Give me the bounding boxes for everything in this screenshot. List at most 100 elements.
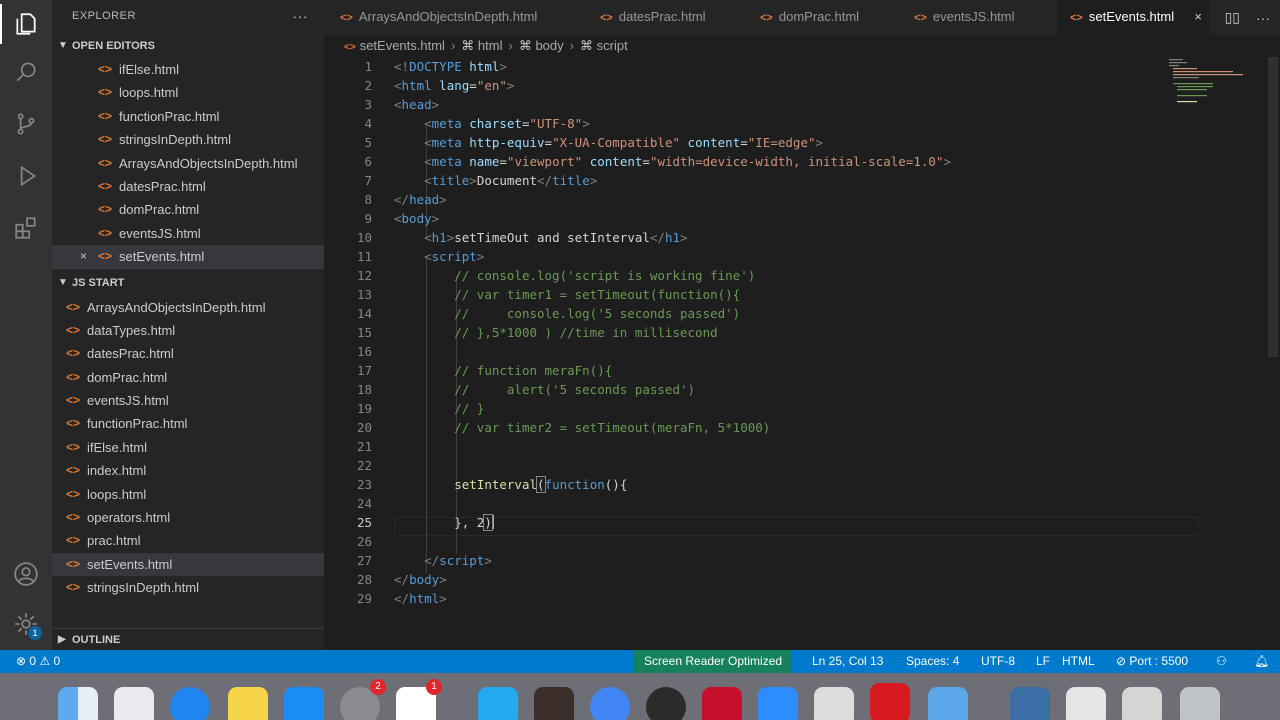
more-actions-icon[interactable]: ··· (293, 0, 309, 32)
project-file-item[interactable]: <> eventsJS.html (52, 389, 324, 412)
window-preview-icon[interactable] (1010, 687, 1050, 720)
line-number: 2 (364, 78, 372, 93)
code-editor[interactable]: 1 <!DOCTYPE html> 2 <html lang="en"> 3 <hea… (324, 57, 1280, 650)
project-folder-header[interactable]: ▼ JS START (52, 272, 324, 294)
close-icon[interactable]: × (80, 245, 87, 268)
text-cursor (491, 515, 494, 529)
run-debug-icon[interactable] (0, 152, 52, 200)
open-editor-item[interactable]: <> ArraysAndObjectsInDepth.html (52, 152, 324, 175)
project-file-item[interactable]: <> prac.html (52, 529, 324, 552)
safari-app-icon[interactable] (170, 687, 210, 720)
search-icon[interactable] (0, 48, 52, 96)
split-editor-icon[interactable]: ▯▯ (1225, 9, 1240, 26)
project-file-item[interactable]: <> setEvents.html (52, 552, 324, 577)
project-file-item[interactable]: <> index.html (52, 459, 324, 482)
no-entry-icon: ⊘ (1116, 654, 1130, 668)
sidebar-title: EXPLORER ··· (52, 0, 324, 32)
breadcrumb-body[interactable]: body (535, 38, 563, 53)
project-file-item[interactable]: <> domPrac.html (52, 366, 324, 389)
mail-app-icon[interactable] (928, 687, 968, 720)
adblock-app-icon[interactable] (870, 683, 910, 720)
notes-app-icon[interactable] (228, 687, 268, 720)
file-name: index.html (87, 463, 147, 479)
project-file-item[interactable]: <> loops.html (52, 483, 324, 506)
html-file-icon: <> (66, 299, 81, 314)
html-file-icon: <> (66, 486, 81, 501)
open-editor-item[interactable]: <> functionPrac.html (52, 105, 324, 128)
document-preview-icon[interactable] (1066, 687, 1106, 720)
powerpoint-app-icon[interactable] (702, 687, 742, 720)
feedback-icon[interactable]: ⚇ (1216, 650, 1227, 673)
accounts-icon[interactable] (0, 550, 52, 598)
vertical-scrollbar[interactable] (1266, 57, 1280, 650)
launchpad-app-icon[interactable] (114, 687, 154, 720)
open-editor-item[interactable]: <> eventsJS.html (52, 222, 324, 245)
system-preferences-icon[interactable]: 2 (340, 679, 386, 720)
slack-app-icon[interactable]: 1 (396, 679, 442, 720)
html-element-icon: ⌘ (580, 38, 597, 53)
scrollbar-thumb[interactable] (1268, 57, 1278, 357)
photo-booth-app-icon[interactable] (814, 687, 854, 720)
gimp-app-icon[interactable] (534, 687, 574, 720)
project-file-item[interactable]: <> datesPrac.html (52, 342, 324, 365)
more-actions-icon[interactable]: ··· (1256, 10, 1270, 26)
finder-app-icon[interactable] (58, 687, 98, 720)
tab-events[interactable]: <> eventsJS.html (896, 0, 1058, 35)
tab-setevents[interactable]: <> setEvents.html × (1058, 0, 1210, 35)
tab-dates[interactable]: <> datesPrac.html (582, 0, 744, 35)
chrome-app-icon[interactable] (590, 687, 630, 720)
tab-dom[interactable]: <> domPrac.html (744, 0, 896, 35)
html-file-icon: <> (98, 132, 113, 147)
tab-arrays[interactable]: <> ArraysAndObjectsInDepth.html (324, 0, 582, 35)
screen-reader-mode[interactable]: Screen Reader Optimized (634, 650, 793, 673)
indentation[interactable]: Spaces: 4 (906, 650, 959, 673)
breadcrumb-file[interactable]: setEvents.html (360, 38, 445, 53)
extensions-icon[interactable] (0, 204, 52, 252)
app-store-icon[interactable] (284, 687, 324, 720)
vpn-app-icon[interactable] (646, 687, 686, 720)
project-file-item[interactable]: <> operators.html (52, 506, 324, 529)
source-control-icon[interactable] (0, 100, 52, 148)
project-file-item[interactable]: <> dataTypes.html (52, 319, 324, 342)
file-name: setEvents.html (87, 556, 173, 572)
project-file-item[interactable]: <> ifElse.html (52, 436, 324, 459)
code-line: </head> (394, 192, 447, 207)
cursor-position[interactable]: Ln 25, Col 13 (812, 650, 883, 673)
open-editor-item[interactable]: <> loops.html (52, 81, 324, 104)
file-name: ifElse.html (119, 62, 179, 77)
trash-icon[interactable] (1180, 687, 1220, 720)
open-editors-header[interactable]: ▼ OPEN EDITORS (52, 35, 324, 57)
open-editors-title: OPEN EDITORS (72, 40, 155, 52)
open-editor-item[interactable]: × <> setEvents.html (52, 245, 324, 269)
problems-indicator[interactable]: ⊗ 0 ⚠ 0 (16, 650, 60, 673)
close-icon[interactable]: × (1194, 0, 1202, 33)
minimap[interactable] (1169, 57, 1265, 107)
manage-badge: 1 (28, 626, 42, 640)
encoding[interactable]: UTF-8 (981, 650, 1015, 673)
outline-section[interactable]: ▶ OUTLINE (52, 628, 324, 650)
breadcrumb-script[interactable]: script (597, 38, 628, 53)
project-file-item[interactable]: <> stringsInDepth.html (52, 576, 324, 599)
breadcrumb-html[interactable]: html (478, 38, 503, 53)
html-file-icon: <> (98, 225, 113, 240)
open-editor-item[interactable]: <> domPrac.html (52, 198, 324, 221)
vscode-app-icon[interactable] (478, 687, 518, 720)
explorer-icon[interactable] (0, 0, 52, 48)
outline-header[interactable]: ▶ OUTLINE (52, 629, 324, 651)
open-editor-item[interactable]: <> stringsInDepth.html (52, 128, 324, 151)
warning-icon: ⚠ (39, 654, 54, 668)
language-mode[interactable]: HTML (1062, 650, 1095, 673)
project-file-item[interactable]: <> ArraysAndObjectsInDepth.html (52, 296, 324, 319)
open-editor-item[interactable]: <> datesPrac.html (52, 175, 324, 198)
live-server-port[interactable]: ⊘ Port : 5500 (1116, 650, 1188, 673)
end-of-line[interactable]: LF (1036, 650, 1050, 673)
folder-preview-icon[interactable] (1122, 687, 1162, 720)
zoom-app-icon[interactable] (758, 687, 798, 720)
line-number: 26 (356, 534, 372, 549)
manage-gear-icon[interactable]: 1 (0, 600, 52, 648)
line-number: 8 (364, 192, 372, 207)
project-file-item[interactable]: <> functionPrac.html (52, 412, 324, 435)
line-number: 4 (364, 116, 372, 131)
open-editor-item[interactable]: <> ifElse.html (52, 58, 324, 81)
notifications-bell-icon[interactable]: 🔔︎ (1254, 650, 1269, 673)
